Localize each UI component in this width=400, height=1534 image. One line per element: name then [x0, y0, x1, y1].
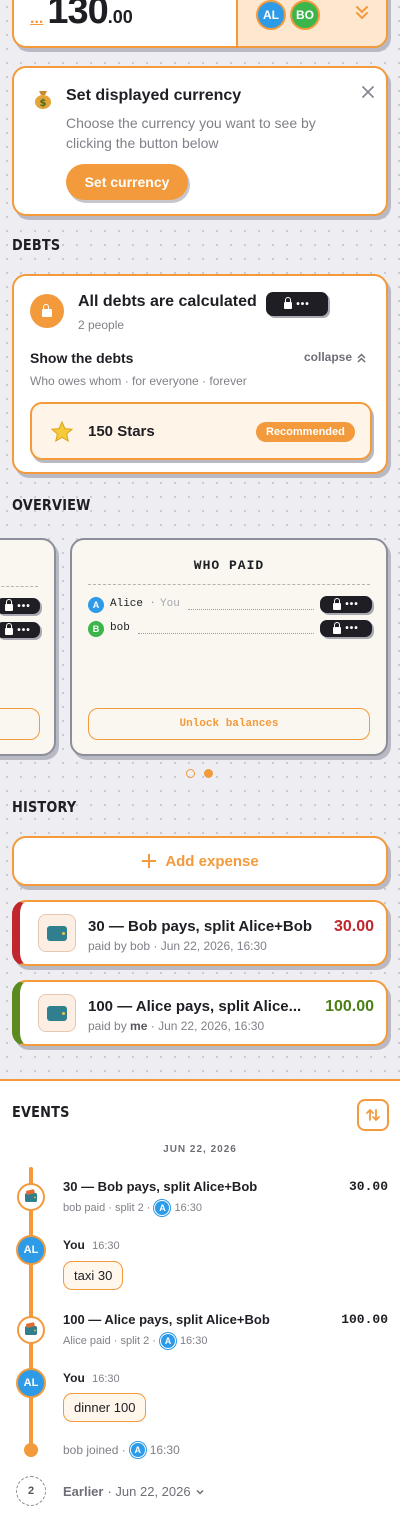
plus-icon: [142, 854, 157, 868]
stars-label: 150 Stars: [88, 423, 155, 440]
history-item-amount: 30.00: [333, 918, 374, 935]
bob-leader-dots: [138, 633, 314, 634]
joined-dot: [24, 1443, 38, 1457]
alice-leader-dots: [188, 609, 314, 610]
debts-people-count: 2 people: [78, 318, 125, 332]
previous-card-pill-2: •••: [0, 622, 40, 638]
message-bubble[interactable]: taxi 30: [63, 1261, 124, 1290]
add-expense-button[interactable]: Add expense: [12, 836, 388, 886]
show-debts-title: Show the debts: [30, 350, 134, 366]
history-item[interactable]: 100 — Alice pays, split Alice... paid by…: [12, 980, 388, 1046]
chevron-down-icon: [196, 1489, 204, 1495]
avatar-alice: AL: [256, 0, 286, 30]
event-meta: bob paid · split 2 · A 16:30: [63, 1200, 202, 1216]
who-paid-title: WHO PAID: [193, 558, 265, 573]
history-item[interactable]: 30 — Bob pays, split Alice+Bob paid by b…: [12, 900, 388, 966]
event-title[interactable]: 30 — Bob pays, split Alice+Bob: [63, 1179, 257, 1194]
debts-locked-pill[interactable]: •••: [266, 292, 328, 316]
wallet-icon: [38, 994, 76, 1032]
currency-card: $ Set displayed currency Choose the curr…: [12, 66, 388, 216]
money-bag-icon: $: [32, 88, 54, 110]
balance-members-panel[interactable]: AL BO: [236, 0, 386, 46]
stars-offer[interactable]: 150 Stars Recommended: [30, 402, 372, 460]
alice-mini-avatar: A: [159, 1333, 176, 1349]
chevron-double-down-icon[interactable]: [354, 4, 370, 20]
debts-section-title: DEBTS: [12, 236, 61, 254]
bob-name: bob: [110, 622, 130, 634]
events-date-header: JUN 22, 2026: [163, 1144, 237, 1155]
chevron-double-up-icon: [357, 352, 366, 363]
currency-card-description: Choose the currency you want to see by c…: [66, 115, 316, 151]
set-currency-button[interactable]: Set currency: [66, 164, 188, 200]
history-item-meta: paid by me · Jun 22, 2026, 16:30: [88, 1019, 265, 1033]
sort-toggle-button[interactable]: [357, 1099, 389, 1131]
event-meta: Alice paid · split 2 · A 16:30: [63, 1333, 208, 1349]
message-bubble[interactable]: dinner 100: [63, 1393, 147, 1422]
collapse-button[interactable]: collapse: [304, 350, 367, 364]
balance-cents: .00: [107, 7, 133, 27]
alice-mini-avatar: A: [154, 1200, 171, 1216]
who-paid-row-bob: B bob •••: [88, 620, 372, 638]
lock-icon: [284, 297, 293, 309]
svg-text:$: $: [40, 98, 47, 109]
events-panel: EVENTS JUN 22, 2026 30 — Bob pays, split…: [0, 1079, 400, 1534]
balance-prefix: ...: [30, 10, 44, 27]
event-title[interactable]: 100 — Alice pays, split Alice+Bob: [63, 1312, 270, 1327]
who-paid-divider: [88, 584, 370, 585]
close-icon[interactable]: [361, 85, 375, 99]
expense-event-icon: [17, 1183, 45, 1211]
lock-icon: [333, 597, 342, 610]
debts-card: All debts are calculated ••• 2 people Sh…: [12, 274, 388, 474]
message-header: You 16:30: [63, 1371, 120, 1385]
currency-card-title: Set displayed currency: [66, 87, 242, 104]
joined-event: bob joined · A 16:30: [63, 1442, 180, 1458]
bob-locked-amount[interactable]: •••: [320, 620, 372, 637]
alice-avatar: A: [88, 597, 104, 613]
alice-you-tag: You: [160, 598, 180, 610]
who-paid-row-alice: A Alice · You •••: [88, 596, 372, 614]
previous-card-pill-1: •••: [0, 598, 40, 614]
alice-separator: ·: [150, 598, 156, 608]
overview-section-title: OVERVIEW: [12, 496, 91, 514]
lock-icon: [333, 621, 342, 634]
debts-subtitle: Who owes whom · for everyone · forever: [30, 374, 247, 388]
wallet-icon: [38, 914, 76, 952]
message-header: You 16:30: [63, 1238, 120, 1252]
event-amount: 100.00: [341, 1312, 388, 1327]
you-avatar: AL: [16, 1235, 46, 1265]
bob-avatar: B: [88, 621, 104, 637]
sort-arrows-icon: [366, 1109, 380, 1121]
overview-card-previous[interactable]: ••• •••: [0, 538, 56, 756]
collapse-label: collapse: [304, 350, 353, 364]
recommended-badge: Recommended: [256, 422, 355, 442]
event-amount: 30.00: [348, 1179, 388, 1194]
alice-name: Alice: [110, 598, 144, 610]
balance-card: ... 130 .00 AL BO: [12, 0, 388, 48]
events-section-title: EVENTS: [12, 1103, 70, 1121]
carousel-dot-2[interactable]: [204, 769, 213, 778]
history-item-title: 30 — Bob pays, split Alice+Bob: [88, 918, 313, 935]
carousel-dot-1[interactable]: [186, 769, 195, 778]
you-avatar: AL: [16, 1368, 46, 1398]
previous-card-button: [0, 708, 40, 740]
alice-locked-amount[interactable]: •••: [320, 596, 372, 613]
history-section-title: HISTORY: [12, 798, 77, 816]
balance-amount: ... 130 .00: [30, 0, 133, 33]
earlier-toggle[interactable]: Earlier · Jun 22, 2026: [63, 1484, 205, 1499]
earlier-count-badge[interactable]: 2: [16, 1476, 46, 1506]
expense-event-icon: [17, 1316, 45, 1344]
add-expense-label: Add expense: [165, 852, 259, 870]
history-item-title: 100 — Alice pays, split Alice...: [88, 998, 302, 1015]
who-paid-card: WHO PAID A Alice · You ••• B bob ••• Unl…: [70, 538, 388, 756]
lock-circle-icon: [30, 294, 64, 328]
history-item-amount: 100.00: [325, 998, 374, 1015]
pill-dots: •••: [296, 298, 310, 310]
unlock-balances-button[interactable]: Unlock balances: [88, 708, 370, 740]
alice-mini-avatar: A: [129, 1442, 146, 1458]
star-icon: [50, 420, 74, 443]
avatar-bob: BO: [290, 0, 320, 30]
history-item-meta: paid by bob · Jun 22, 2026, 16:30: [88, 939, 267, 953]
balance-integer: 130: [47, 0, 108, 32]
debts-title: All debts are calculated: [78, 293, 257, 310]
